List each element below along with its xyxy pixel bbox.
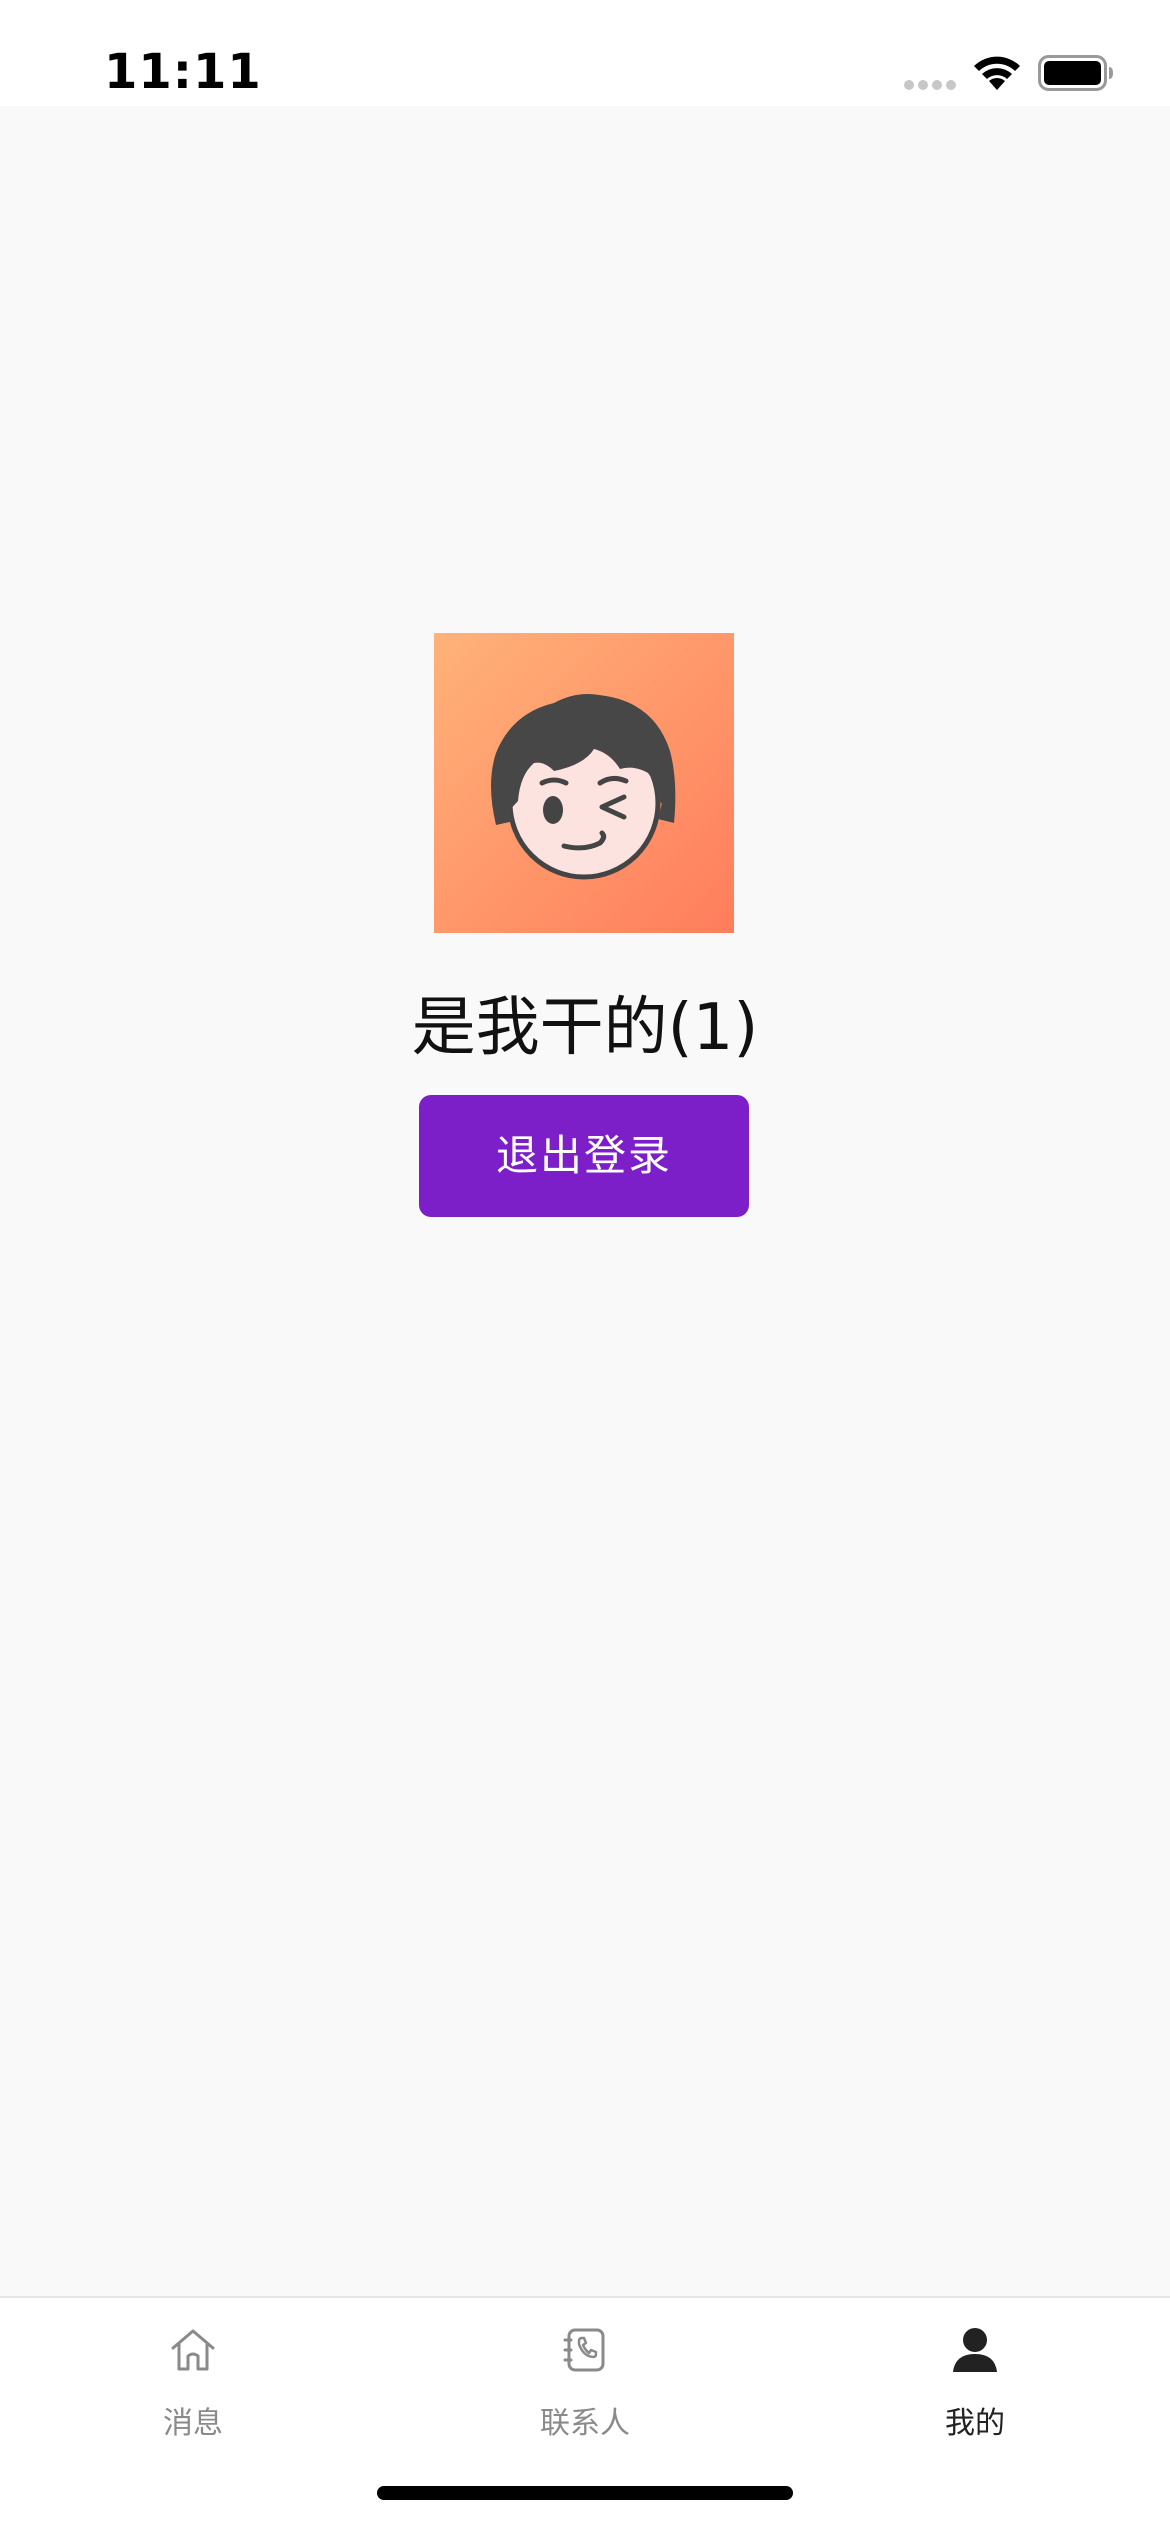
avatar	[434, 633, 734, 933]
home-indicator	[377, 2486, 793, 2500]
status-time: 11:11	[104, 44, 262, 100]
tab-contacts[interactable]: 联系人	[465, 2326, 705, 2446]
tab-contacts-label: 联系人	[540, 2406, 630, 2441]
home-icon	[171, 2329, 215, 2371]
winking-boy-avatar-icon	[491, 694, 676, 880]
tab-mine[interactable]: 我的	[855, 2326, 1095, 2446]
tab-messages-label: 消息	[163, 2406, 223, 2441]
app-screen: 11:11 是我干的(1) 退出登录 消息 联系人 我的	[0, 0, 1170, 2532]
status-bar: 11:11	[0, 0, 1170, 106]
username: 是我干的(1)	[411, 991, 759, 1065]
battery-icon	[1038, 55, 1113, 91]
cellular-signal-icon	[904, 80, 956, 92]
contacts-phone-icon	[563, 2328, 605, 2372]
wifi-icon	[974, 56, 1020, 90]
logout-button[interactable]: 退出登录	[419, 1095, 749, 1217]
person-icon	[953, 2328, 997, 2372]
tab-mine-label: 我的	[945, 2406, 1005, 2441]
tab-messages[interactable]: 消息	[73, 2326, 313, 2446]
